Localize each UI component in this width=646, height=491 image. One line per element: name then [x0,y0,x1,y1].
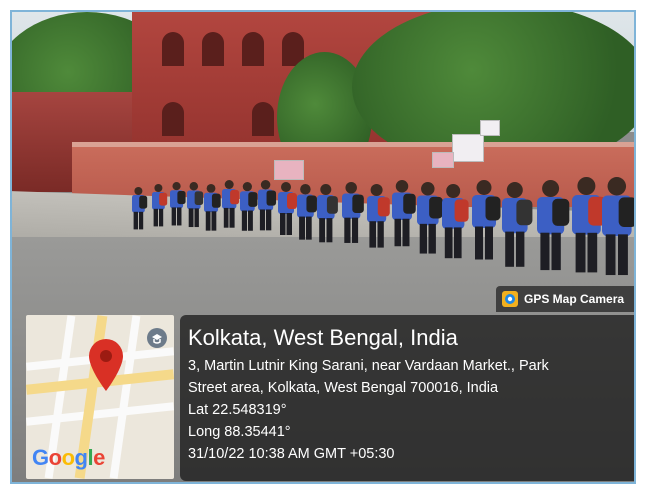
placard [452,134,484,162]
placard [480,120,500,136]
window [252,102,274,136]
hint-icon [147,328,167,348]
camera-icon [502,291,518,307]
window [242,32,264,66]
map-pin-icon [89,339,123,391]
latitude: Lat 22.548319° [188,402,287,418]
app-badge-label: GPS Map Camera [524,292,625,306]
timestamp: 31/10/22 10:38 AM GMT +05:30 [188,446,395,462]
placard [432,152,454,168]
photo-frame: Google GPS Map Camera Kolkata, West Beng… [10,10,636,484]
address-line-1: 3, Martin Lutnir King Sarani, near Varda… [188,358,549,374]
window [162,32,184,66]
location-title: Kolkata, West Bengal, India [188,325,458,350]
longitude: Long 88.35441° [188,424,291,440]
map-road [26,402,174,426]
window [202,32,224,66]
map-thumbnail: Google [26,315,174,479]
placard [274,160,304,180]
google-logo: Google [32,445,105,470]
app-badge: GPS Map Camera [496,286,634,312]
location-info-panel: Kolkata, West Bengal, India 3, Martin Lu… [180,315,634,481]
address-line-2: Street area, Kolkata, West Bengal 700016… [188,380,499,396]
window [162,102,184,136]
